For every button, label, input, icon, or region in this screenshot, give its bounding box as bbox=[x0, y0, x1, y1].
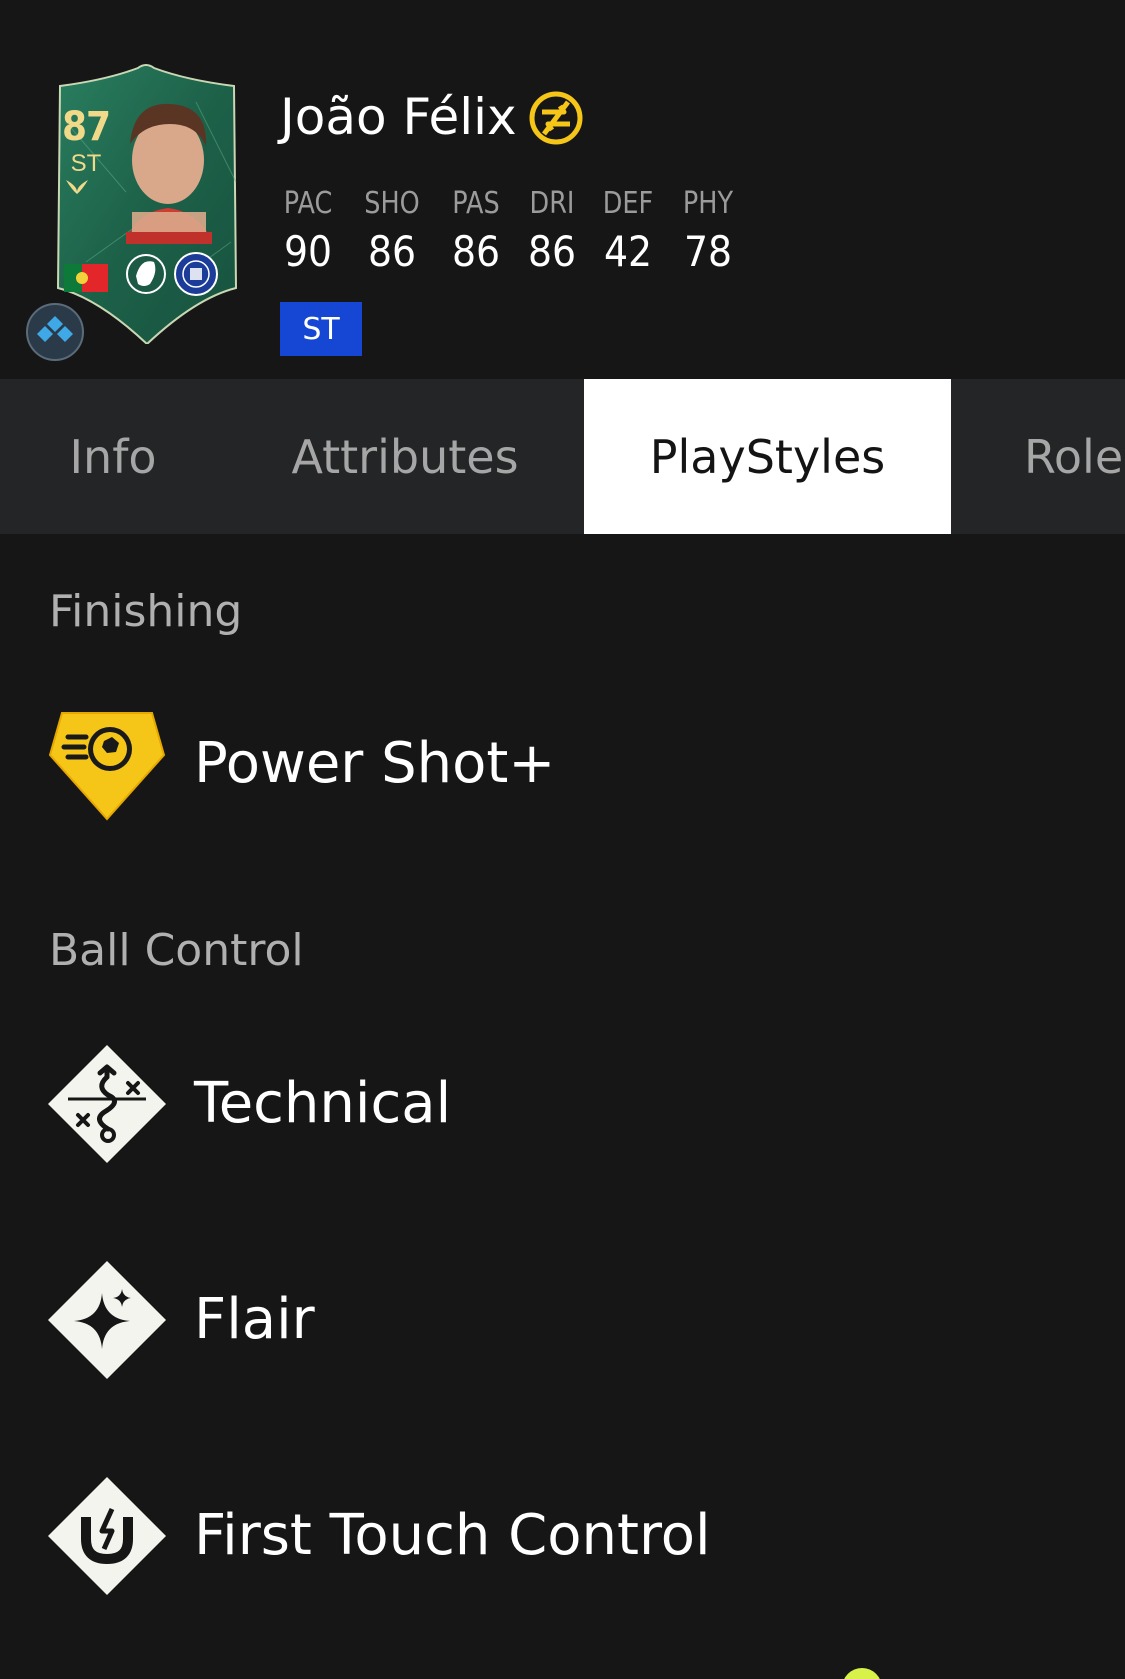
stat-value: 86 bbox=[367, 227, 417, 276]
stat-phy: PHY 78 bbox=[668, 186, 748, 276]
player-header: 87 ST João Félix PAC 90 SHO 86 PAS 86 DR… bbox=[0, 0, 1125, 379]
stat-pas: PAS 86 bbox=[436, 186, 516, 276]
stat-pac: PAC 90 bbox=[268, 186, 348, 276]
stat-label: SHO bbox=[364, 186, 420, 221]
tab-playstyles[interactable]: PlayStyles bbox=[584, 379, 951, 534]
playstyle-label: Power Shot+ bbox=[194, 731, 556, 796]
stat-dri: DRI 86 bbox=[512, 186, 592, 276]
stat-value: 90 bbox=[283, 227, 333, 276]
first-touch-control-icon bbox=[48, 1477, 166, 1595]
stat-def: DEF 42 bbox=[588, 186, 668, 276]
playstyle-label: Technical bbox=[194, 1071, 452, 1136]
position-tag: ST bbox=[280, 302, 362, 356]
technical-icon bbox=[48, 1045, 166, 1163]
stat-label: PAS bbox=[452, 186, 500, 221]
player-name: João Félix bbox=[280, 88, 517, 146]
stat-value: 42 bbox=[603, 227, 653, 276]
playstyle-power-shot-plus[interactable]: Power Shot+ bbox=[46, 703, 1046, 827]
stat-value: 86 bbox=[451, 227, 501, 276]
playstyle-flair[interactable]: Flair bbox=[46, 1259, 1046, 1383]
tab-info[interactable]: Info bbox=[0, 379, 226, 534]
stat-label: PAC bbox=[283, 186, 333, 221]
playstyle-first-touch-control[interactable]: First Touch Control bbox=[46, 1475, 1046, 1599]
section-title-finishing: Finishing bbox=[49, 586, 243, 637]
stat-value: 78 bbox=[683, 227, 733, 276]
card-position: ST bbox=[70, 150, 102, 177]
flair-icon bbox=[48, 1261, 166, 1379]
evolution-swap-icon[interactable] bbox=[528, 90, 584, 146]
section-title-ball-control: Ball Control bbox=[49, 925, 304, 976]
tab-roles[interactable]: Roles bbox=[1000, 379, 1125, 534]
stat-label: DEF bbox=[602, 186, 654, 221]
playstyle-technical[interactable]: Technical bbox=[46, 1043, 1046, 1167]
stat-label: DRI bbox=[529, 186, 575, 221]
power-shot-plus-icon bbox=[48, 712, 166, 821]
tab-attributes[interactable]: Attributes bbox=[250, 379, 560, 534]
card-rating: 87 bbox=[61, 104, 111, 150]
tab-bar: Info Attributes PlayStyles Roles bbox=[0, 379, 1125, 534]
stat-value: 86 bbox=[527, 227, 577, 276]
rarity-diamond-icon bbox=[26, 303, 84, 361]
playstyle-label: Flair bbox=[194, 1287, 315, 1352]
stat-sho: SHO 86 bbox=[352, 186, 432, 276]
stat-label: PHY bbox=[682, 186, 734, 221]
playstyle-label: First Touch Control bbox=[194, 1503, 711, 1568]
scroll-indicator-dot bbox=[842, 1668, 882, 1679]
